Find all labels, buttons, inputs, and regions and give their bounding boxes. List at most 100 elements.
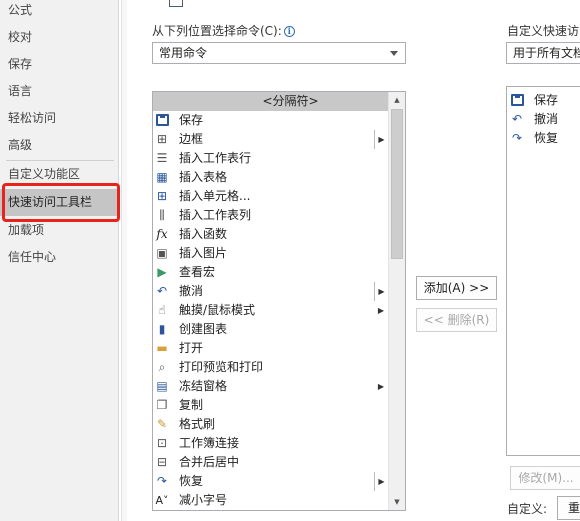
list-item[interactable]: ⌕ 打印预览和打印: [153, 358, 388, 377]
folder-icon: ▬: [156, 341, 168, 355]
nav-item-trust-center[interactable]: 信任中心: [0, 244, 119, 271]
list-item[interactable]: fx 插入函数: [153, 225, 388, 244]
customize-qat-value: 用于所有文档: [513, 46, 580, 60]
freeze-panes-icon: ▤: [156, 379, 168, 393]
choose-commands-label: 从下列位置选择命令(C): i: [152, 22, 295, 39]
undo-icon: ↶: [156, 284, 168, 298]
list-item[interactable]: A˅ 减小字号: [153, 491, 388, 510]
list-item-label: 插入单元格...: [179, 189, 251, 203]
list-item-label: 插入表格: [179, 170, 228, 184]
nav-item-language[interactable]: 语言: [0, 78, 119, 105]
list-item-label: 撤消: [534, 112, 559, 126]
list-item[interactable]: ▶ 查看宏: [153, 263, 388, 282]
list-item-separator[interactable]: <分隔符>: [153, 92, 388, 111]
scroll-thumb[interactable]: [391, 109, 403, 259]
list-item-label: 工作簿连接: [179, 436, 240, 450]
nav-item-advanced[interactable]: 高级: [0, 132, 119, 159]
list-item-label: 保存: [179, 113, 204, 127]
list-item[interactable]: ▤ 冻结窗格 ▶: [153, 377, 388, 396]
modify-button[interactable]: 修改(M)...: [510, 466, 580, 490]
scroll-down-icon[interactable]: ▼: [389, 494, 405, 510]
list-item[interactable]: 保存: [507, 91, 580, 110]
reset-button[interactable]: 重: [557, 496, 580, 520]
list-item-label: 插入工作表列: [179, 208, 252, 222]
list-item-label: 撤消: [179, 284, 204, 298]
add-button[interactable]: 添加(A) >>: [416, 276, 497, 300]
quick-access-icon: [169, 0, 183, 7]
options-nav: 公式 校对 保存 语言 轻松访问 高级 自定义功能区 快速访问工具栏 加载项 信…: [0, 0, 119, 521]
table-icon: ▦: [156, 170, 168, 184]
list-item[interactable]: 保存: [153, 111, 388, 130]
list-item-label: 复制: [179, 398, 204, 412]
list-item-label: <分隔符>: [262, 94, 319, 108]
chart-icon: ▮: [158, 322, 166, 336]
info-icon[interactable]: i: [283, 26, 295, 37]
list-item[interactable]: ▦ 插入表格: [153, 168, 388, 187]
submenu-arrow-icon[interactable]: ▶: [374, 282, 388, 301]
list-item[interactable]: ⊡ 工作簿连接: [153, 434, 388, 453]
list-item[interactable]: ✎ 格式刷: [153, 415, 388, 434]
remove-button[interactable]: << 删除(R): [416, 308, 497, 332]
list-item-label: 触摸/鼠标模式: [179, 303, 256, 317]
nav-scroll-strip: [121, 0, 127, 521]
nav-item-formulas[interactable]: 公式: [0, 0, 119, 24]
save-icon: [154, 113, 170, 128]
customize-bottom-label: 自定义:: [507, 502, 548, 516]
insert-column-icon: ⫼: [159, 208, 165, 222]
list-item[interactable]: ☝ 触摸/鼠标模式 ▶: [153, 301, 388, 320]
choose-commands-select[interactable]: 常用命令: [152, 42, 406, 64]
list-item[interactable]: ↶ 撤消 ▶: [153, 282, 388, 301]
decrease-font-icon: A˅: [155, 494, 169, 507]
nav-item-proofing[interactable]: 校对: [0, 24, 119, 51]
list-item[interactable]: ❐ 复制: [153, 396, 388, 415]
list-item[interactable]: ⊟ 合并后居中: [153, 453, 388, 472]
list-item-label: 查看宏: [179, 265, 216, 279]
print-preview-icon: ⌕: [158, 360, 166, 374]
function-icon: fx: [156, 227, 168, 241]
copy-icon: ❐: [156, 398, 168, 412]
connections-icon: ⊡: [156, 436, 168, 450]
list-item[interactable]: ↷ 恢复: [507, 129, 580, 148]
list-item-label: 打开: [179, 341, 204, 355]
nav-item-save[interactable]: 保存: [0, 51, 119, 78]
list-item[interactable]: ⊞ 边框 ▶: [153, 130, 388, 149]
list-item-label: 合并后居中: [179, 455, 240, 469]
quick-access-list[interactable]: 保存 ↶ 撤消 ↷ 恢复: [506, 86, 580, 456]
list-item-label: 减小字号: [179, 493, 228, 507]
list-item[interactable]: ▬ 打开: [153, 339, 388, 358]
customize-qat-select[interactable]: 用于所有文档: [506, 42, 580, 64]
list-item[interactable]: ▮ 创建图表: [153, 320, 388, 339]
save-icon: [509, 93, 525, 108]
touch-icon: ☝: [158, 303, 166, 317]
nav-item-accessibility[interactable]: 轻松访问: [0, 105, 119, 132]
customize-qat-label: 自定义快速访: [507, 24, 580, 38]
redo-icon: ↷: [511, 131, 523, 145]
list-item[interactable]: ▣ 插入图片: [153, 244, 388, 263]
list-item-label: 插入图片: [179, 246, 228, 260]
list-item[interactable]: ↶ 撤消: [507, 110, 580, 129]
submenu-arrow-icon[interactable]: ▶: [374, 377, 388, 396]
commands-scrollbar[interactable]: ▲ ▼: [388, 92, 405, 510]
list-item-label: 恢复: [534, 131, 559, 145]
list-item-label: 插入工作表行: [179, 151, 252, 165]
border-icon: ⊞: [156, 132, 168, 146]
list-item[interactable]: ⫼ 插入工作表列: [153, 206, 388, 225]
list-item-label: 边框: [179, 132, 204, 146]
submenu-arrow-icon[interactable]: ▶: [374, 301, 388, 320]
list-item-label: 保存: [534, 93, 559, 107]
undo-icon: ↶: [511, 112, 523, 126]
picture-icon: ▣: [156, 246, 168, 260]
choose-commands-value: 常用命令: [159, 46, 208, 60]
list-item-label: 冻结窗格: [179, 379, 228, 393]
list-item[interactable]: ⊞ 插入单元格...: [153, 187, 388, 206]
chevron-down-icon: [390, 51, 398, 56]
list-item[interactable]: ☰ 插入工作表行: [153, 149, 388, 168]
submenu-arrow-icon[interactable]: ▶: [374, 130, 388, 149]
format-painter-icon: ✎: [156, 417, 168, 431]
commands-list[interactable]: <分隔符> 保存 ⊞ 边框 ▶ ☰ 插入工作表行 ▦ 插入表格 ⊞ 插入单元格.…: [152, 91, 406, 511]
list-item-label: 插入函数: [179, 227, 228, 241]
scroll-up-icon[interactable]: ▲: [389, 92, 405, 108]
merge-center-icon: ⊟: [156, 455, 168, 469]
list-item[interactable]: ↷ 恢复 ▶: [153, 472, 388, 491]
submenu-arrow-icon[interactable]: ▶: [374, 472, 388, 491]
